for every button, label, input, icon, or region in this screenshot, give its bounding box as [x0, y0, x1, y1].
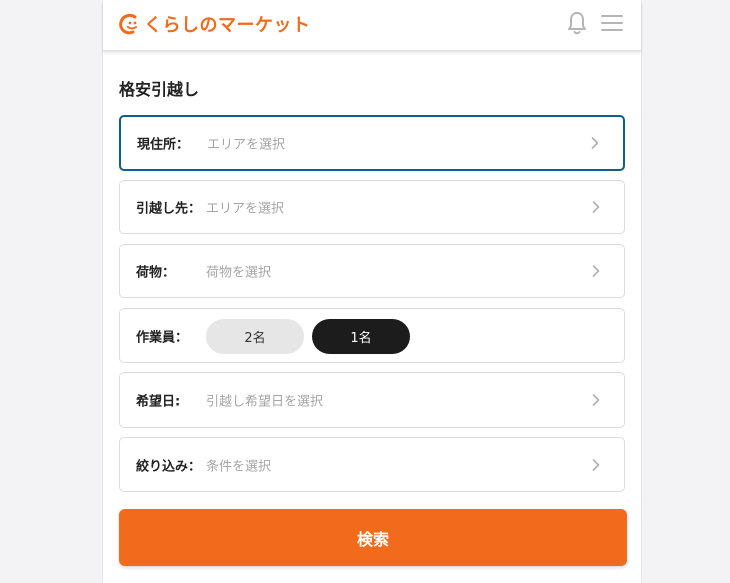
chevron-right-icon [592, 394, 600, 406]
desired-date-value: 引越し希望日を選択 [206, 394, 324, 410]
workers-label: 作業員： [136, 330, 189, 345]
bell-icon[interactable] [566, 10, 588, 36]
workers-option-1[interactable]: 1名 [312, 319, 410, 354]
destination-label: 引越し先： [136, 201, 202, 217]
current-address-value: エリアを選択 [207, 137, 286, 153]
chevron-right-icon [591, 137, 599, 149]
chevron-right-icon [592, 458, 600, 471]
app-header: くらしのマーケット [103, 0, 641, 51]
baggage-field[interactable]: 荷物： 荷物を選択 [119, 244, 625, 298]
current-address-field[interactable]: 現住所： エリアを選択 [119, 115, 625, 171]
site-logo[interactable]: くらしのマーケット [118, 10, 311, 38]
filter-field[interactable]: 絞り込み： 条件を選択 [119, 437, 625, 492]
logo-text: くらしのマーケット [144, 15, 311, 36]
filter-value: 条件を選択 [206, 459, 272, 474]
desired-date-label: 希望日: [136, 394, 181, 410]
destination-value: エリアを選択 [206, 201, 285, 217]
filter-label: 絞り込み： [136, 459, 202, 474]
baggage-value: 荷物を選択 [206, 265, 272, 281]
baggage-label: 荷物： [136, 265, 176, 281]
search-button[interactable]: 検索 [119, 509, 627, 566]
workers-field: 作業員： 2名 1名 [119, 308, 625, 363]
main-panel: くらしのマーケット 格安引越し 現住所： エリアを選択 引越し先： エリアを選択… [102, 0, 642, 583]
page-title: 格安引越し [119, 80, 200, 99]
chevron-right-icon [592, 201, 600, 213]
logo-mark-icon [119, 13, 137, 35]
destination-field[interactable]: 引越し先： エリアを選択 [119, 180, 625, 234]
current-address-label: 現住所： [137, 137, 190, 153]
desired-date-field[interactable]: 希望日: 引越し希望日を選択 [119, 372, 625, 428]
hamburger-menu-icon[interactable] [601, 14, 623, 32]
chevron-right-icon [592, 265, 600, 277]
workers-option-2[interactable]: 2名 [206, 319, 304, 354]
